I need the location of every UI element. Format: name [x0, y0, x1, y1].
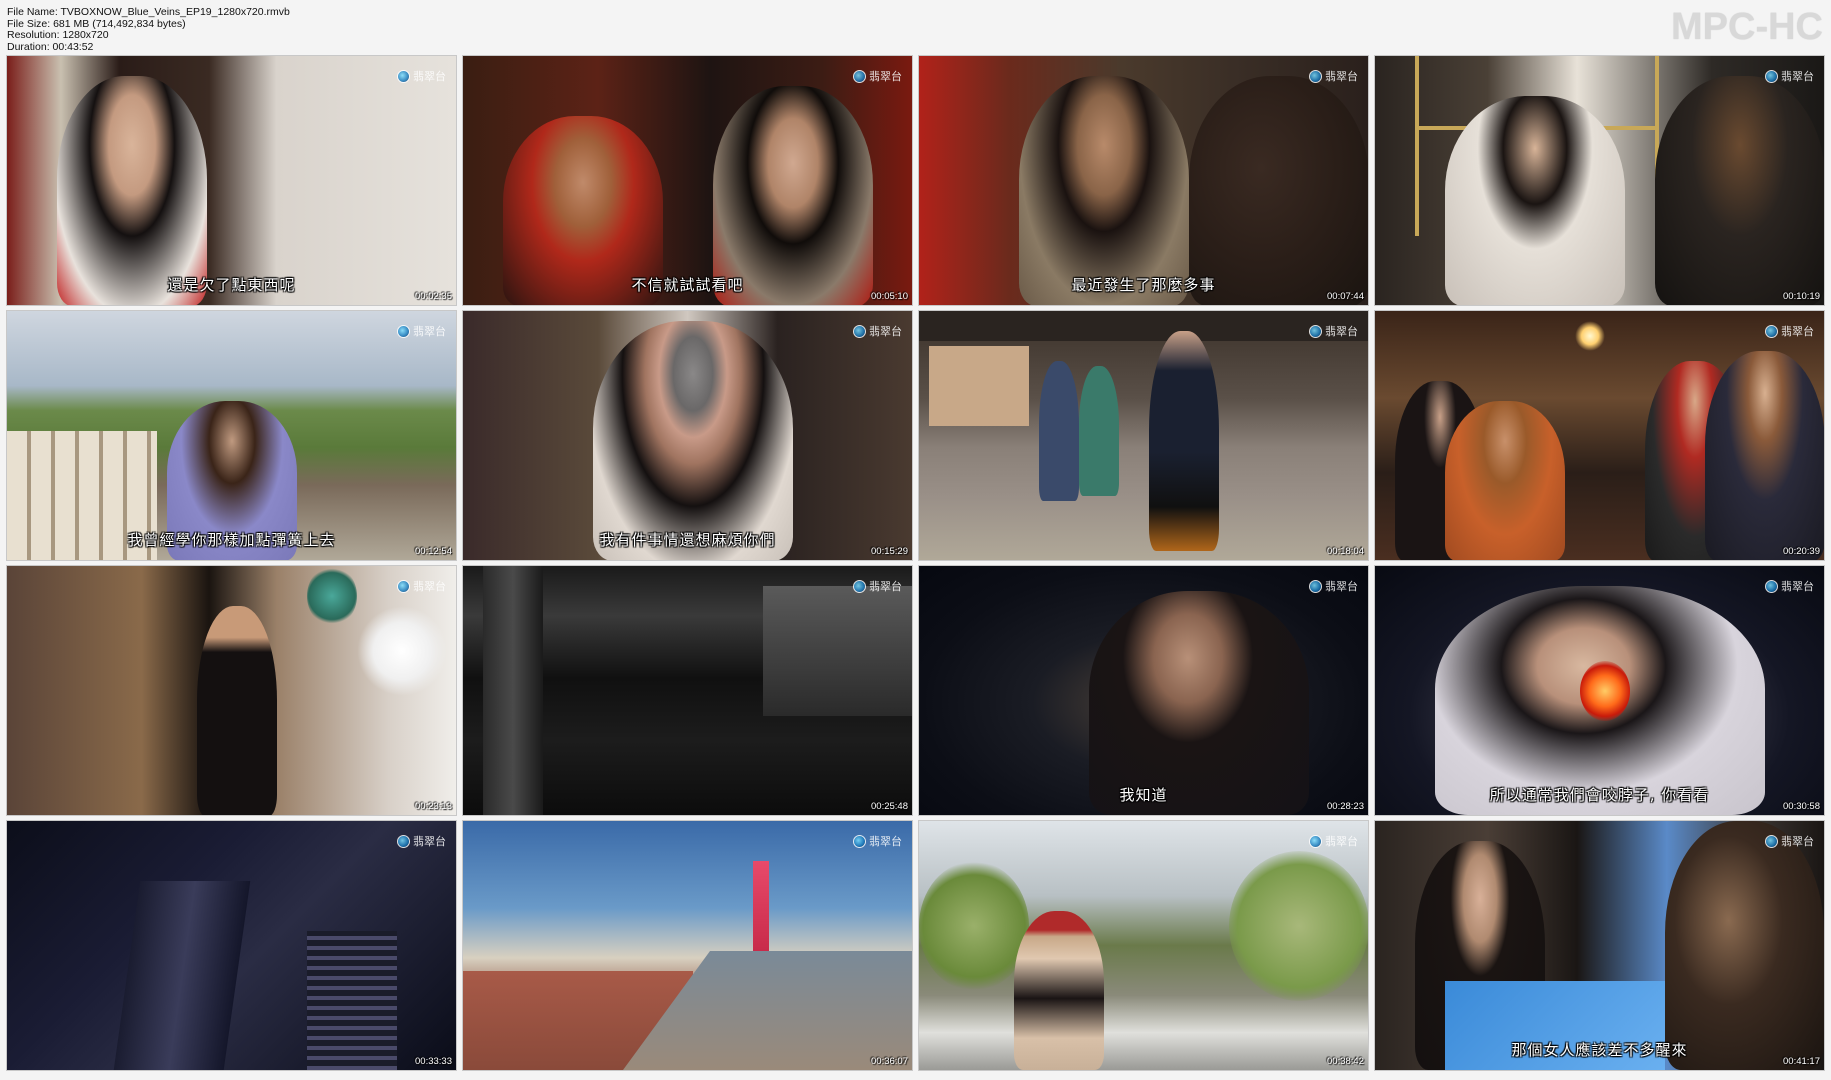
timestamp: 00:41:17	[1783, 1056, 1820, 1067]
channel-icon	[397, 69, 410, 83]
channel-icon	[853, 834, 866, 848]
channel-logo: 翡翠台	[397, 833, 446, 849]
channel-logo: 翡翠台	[1765, 323, 1814, 339]
channel-icon	[1309, 579, 1322, 593]
video-frame	[463, 566, 912, 815]
subtitle: 最近發生了那麼多事	[1071, 276, 1216, 294]
thumbnail-16[interactable]: 翡翠台 那個女人應該差不多醒來 00:41:17	[1374, 820, 1825, 1071]
video-frame	[7, 56, 456, 305]
channel-icon	[1765, 834, 1778, 848]
thumbnail-15[interactable]: 翡翠台 00:38:42	[918, 820, 1369, 1071]
video-frame	[463, 821, 912, 1070]
timestamp: 00:30:58	[1783, 801, 1820, 812]
thumbnail-3[interactable]: 翡翠台 最近發生了那麼多事 00:07:44	[918, 55, 1369, 306]
timestamp: 00:05:10	[871, 291, 908, 302]
thumbnail-14[interactable]: 翡翠台 00:36:07	[462, 820, 913, 1071]
channel-icon	[1309, 324, 1322, 338]
channel-icon	[397, 834, 410, 848]
video-frame	[919, 311, 1368, 560]
video-frame	[919, 566, 1368, 815]
channel-icon	[397, 324, 410, 338]
channel-logo: 翡翠台	[1309, 578, 1358, 594]
timestamp: 00:38:42	[1327, 1056, 1364, 1067]
channel-logo: 翡翠台	[1765, 68, 1814, 84]
video-frame	[1375, 56, 1824, 305]
channel-logo: 翡翠台	[853, 833, 902, 849]
subtitle: 我曾經學你那樣加點彈簧上去	[127, 531, 336, 549]
timestamp: 00:15:29	[871, 546, 908, 557]
timestamp: 00:20:39	[1783, 546, 1820, 557]
video-frame	[919, 56, 1368, 305]
timestamp: 00:33:33	[415, 1056, 452, 1067]
thumbnail-7[interactable]: 翡翠台 00:18:04	[918, 310, 1369, 561]
video-frame	[7, 566, 456, 815]
duration: Duration: 00:43:52	[7, 40, 94, 53]
subtitle: 我知道	[1119, 786, 1168, 804]
subtitle: 我有件事情還想麻煩你們	[599, 531, 776, 549]
thumbnail-10[interactable]: 翡翠台 00:25:48	[462, 565, 913, 816]
channel-logo: 翡翠台	[1309, 323, 1358, 339]
channel-logo: 翡翠台	[397, 68, 446, 84]
channel-logo: 翡翠台	[1765, 578, 1814, 594]
thumbnail-13[interactable]: 翡翠台 00:33:33	[6, 820, 457, 1071]
thumbnail-12[interactable]: 翡翠台 所以通常我們會咬脖子, 你看看 00:30:58	[1374, 565, 1825, 816]
timestamp: 00:12:54	[415, 546, 452, 557]
thumbnail-grid: 翡翠台 還是欠了點東西呢 00:02:35 翡翠台 不信就試試看吧 00:05:…	[6, 55, 1825, 1073]
timestamp: 00:28:23	[1327, 801, 1364, 812]
video-frame	[7, 821, 456, 1070]
thumbnail-5[interactable]: 翡翠台 我曾經學你那樣加點彈簧上去 00:12:54	[6, 310, 457, 561]
timestamp: 00:36:07	[871, 1056, 908, 1067]
resolution: Resolution: 1280x720	[7, 29, 109, 41]
thumbnail-4[interactable]: 翡翠台 00:10:19	[1374, 55, 1825, 306]
channel-logo: 翡翠台	[853, 323, 902, 339]
subtitle: 不信就試試看吧	[631, 276, 744, 294]
channel-logo: 翡翠台	[1309, 833, 1358, 849]
channel-logo: 翡翠台	[397, 323, 446, 339]
timestamp: 00:23:13	[415, 801, 452, 812]
video-frame	[463, 311, 912, 560]
video-frame	[1375, 566, 1824, 815]
thumbnail-6[interactable]: 翡翠台 我有件事情還想麻煩你們 00:15:29	[462, 310, 913, 561]
thumbnail-9[interactable]: 翡翠台 00:23:13	[6, 565, 457, 816]
video-frame	[1375, 821, 1824, 1070]
channel-icon	[853, 324, 866, 338]
file-name: File Name: TVBOXNOW_Blue_Veins_EP19_1280…	[7, 6, 290, 18]
timestamp: 00:07:44	[1327, 291, 1364, 302]
thumbnail-11[interactable]: 翡翠台 我知道 00:28:23	[918, 565, 1369, 816]
channel-logo: 翡翠台	[853, 68, 902, 84]
channel-logo: 翡翠台	[397, 578, 446, 594]
timestamp: 00:02:35	[415, 291, 452, 302]
channel-icon	[1309, 834, 1322, 848]
video-frame	[463, 56, 912, 305]
thumbnail-1[interactable]: 翡翠台 還是欠了點東西呢 00:02:35	[6, 55, 457, 306]
channel-icon	[397, 579, 410, 593]
timestamp: 00:10:19	[1783, 291, 1820, 302]
channel-icon	[853, 69, 866, 83]
timestamp: 00:25:48	[871, 801, 908, 812]
thumbnail-2[interactable]: 翡翠台 不信就試試看吧 00:05:10	[462, 55, 913, 306]
video-frame	[1375, 311, 1824, 560]
thumbnail-8[interactable]: 翡翠台 00:20:39	[1374, 310, 1825, 561]
video-frame	[919, 821, 1368, 1070]
subtitle: 還是欠了點東西呢	[167, 276, 296, 294]
channel-icon	[1309, 69, 1322, 83]
subtitle: 那個女人應該差不多醒來	[1511, 1041, 1688, 1059]
channel-icon	[853, 579, 866, 593]
subtitle: 所以通常我們會咬脖子, 你看看	[1489, 786, 1710, 804]
channel-logo: 翡翠台	[1765, 833, 1814, 849]
channel-logo: 翡翠台	[1309, 68, 1358, 84]
channel-icon	[1765, 579, 1778, 593]
channel-icon	[1765, 69, 1778, 83]
channel-icon	[1765, 324, 1778, 338]
file-info-header: File Name: TVBOXNOW_Blue_Veins_EP19_1280…	[7, 6, 290, 53]
mpc-hc-logo: MPC-HC	[1671, 6, 1823, 48]
timestamp: 00:18:04	[1327, 546, 1364, 557]
channel-logo: 翡翠台	[853, 578, 902, 594]
video-frame	[7, 311, 456, 560]
thumbnail-sheet: File Name: TVBOXNOW_Blue_Veins_EP19_1280…	[0, 0, 1831, 1080]
